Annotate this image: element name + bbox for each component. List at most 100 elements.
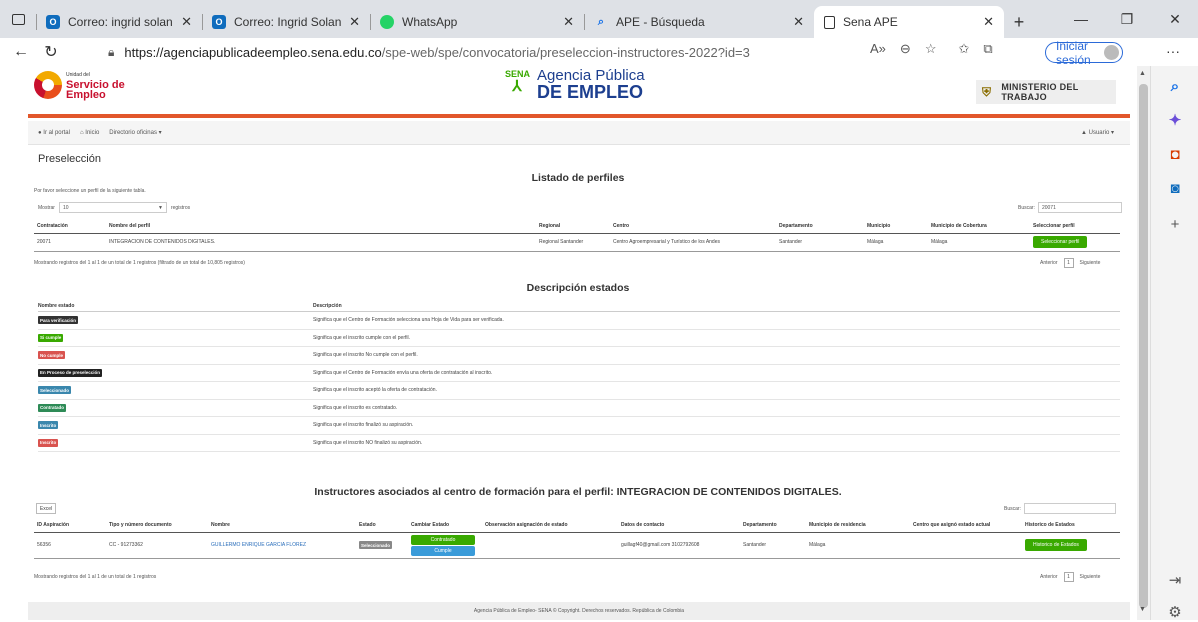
column-header[interactable]: Municipio xyxy=(864,219,928,234)
column-header[interactable]: Departamento xyxy=(740,518,806,533)
avatar xyxy=(1104,45,1119,60)
favorites-bar-icon[interactable]: ✩ xyxy=(958,41,969,57)
column-header[interactable]: Historico de Estados xyxy=(1022,518,1120,533)
tab-outlook-1[interactable]: O Correo: ingrid solange seque ✕ xyxy=(36,6,202,38)
close-icon[interactable]: ✕ xyxy=(793,14,804,30)
page-scrollbar[interactable]: ▲ ▼ xyxy=(1137,66,1150,620)
status-badge: Inscrito xyxy=(38,421,59,430)
tab-ape-busqueda[interactable]: ⌕ APE - Búsqueda ✕ xyxy=(584,6,814,38)
servicio-empleo-logo[interactable]: Unidad del Servicio de Empleo xyxy=(34,70,130,101)
chevron-down-icon: ▼ xyxy=(158,204,163,211)
site-page: Unidad del Servicio de Empleo SENA ⅄ Age… xyxy=(0,66,1137,620)
column-header[interactable]: Centro que asignó estado actual xyxy=(910,518,1022,533)
favorite-icon[interactable]: ☆ xyxy=(925,41,937,57)
status-badge: Inscrito xyxy=(38,438,59,447)
escudo-icon: ⛨ xyxy=(982,84,992,99)
collections-icon[interactable]: ⧉ xyxy=(983,41,992,57)
close-icon[interactable]: ✕ xyxy=(983,14,994,30)
estado-cell: En Proceso de preselección xyxy=(38,368,313,377)
refresh-icon[interactable]: ↻ xyxy=(36,38,66,66)
back-icon[interactable]: ← xyxy=(6,38,36,66)
pager-siguiente[interactable]: Siguiente xyxy=(1080,260,1101,266)
mostrar-label: Mostrar xyxy=(38,204,55,211)
column-header[interactable]: Departamento xyxy=(776,219,864,234)
nav-portal[interactable]: ● Ir al portal xyxy=(38,130,70,136)
historico-estados-button[interactable]: Historico de Estados xyxy=(1025,539,1087,551)
scroll-up-icon[interactable]: ▲ xyxy=(1139,70,1146,77)
nav-inicio[interactable]: ⌂ Inicio xyxy=(80,130,99,136)
column-header[interactable]: ID Aspiración xyxy=(34,518,106,533)
contratado-button[interactable]: Contratado xyxy=(411,534,475,545)
close-icon[interactable]: ✕ xyxy=(181,14,192,30)
outlook-icon[interactable]: ◙ xyxy=(1165,178,1185,198)
mostrar-select[interactable]: 10 ▼ xyxy=(58,202,167,213)
pager-page[interactable]: 1 xyxy=(1063,572,1074,582)
tab-sena-ape[interactable]: Sena APE ✕ xyxy=(814,6,1004,38)
column-header[interactable]: Estado xyxy=(356,518,408,533)
more-menu-icon[interactable]: ··· xyxy=(1166,43,1180,59)
estado-row: No cumple Significa que el inscrito No cu… xyxy=(38,347,1120,365)
scroll-down-icon[interactable]: ▼ xyxy=(1139,606,1146,613)
outlook-icon: O xyxy=(212,15,226,29)
column-header[interactable]: Cambiar Estado xyxy=(408,518,482,533)
url-field[interactable]: 🔒︎ https://agenciapublicadeempleo.sena.e… xyxy=(108,41,988,63)
instructor-name-link[interactable]: GUILLERMO ENRIQUE GARCIA FLOREZ xyxy=(208,532,356,559)
search-icon[interactable]: ⌕ xyxy=(1165,76,1185,96)
zoom-icon[interactable]: ⊖ xyxy=(900,41,911,57)
column-header[interactable]: Nombre xyxy=(208,518,356,533)
pager-anterior[interactable]: Anterior xyxy=(1040,574,1058,580)
column-header[interactable]: Observación asignación de estado xyxy=(482,518,618,533)
perfiles-search-input[interactable]: 20071 xyxy=(1037,202,1122,213)
cumple-button[interactable]: Cumple xyxy=(411,545,475,556)
estados-title: Descripción estados xyxy=(526,282,630,294)
minimize-button[interactable]: — xyxy=(1058,0,1104,38)
column-header[interactable]: Seleccionar perfil xyxy=(1030,219,1120,234)
tab-whatsapp[interactable]: WhatsApp ✕ xyxy=(370,6,584,38)
cell-municipio: Málaga xyxy=(864,233,928,252)
column-header[interactable]: Centro xyxy=(610,219,776,234)
sidebar-toggle-icon[interactable]: ⇥ xyxy=(1165,570,1185,590)
restore-button[interactable]: ❐ xyxy=(1104,0,1150,38)
registros-label: registros xyxy=(170,204,191,211)
cell-contacto: guillagf40@gmail.com 3102792608 xyxy=(618,532,740,559)
column-header[interactable]: Regional xyxy=(536,219,610,234)
column-header[interactable]: Contratación xyxy=(34,219,106,234)
cell-municipio: Málaga xyxy=(806,532,910,559)
outlook-icon: O xyxy=(46,15,60,29)
column-header[interactable]: Municipio de Cobertura xyxy=(928,219,1030,234)
close-icon[interactable]: ✕ xyxy=(349,14,360,30)
column-header[interactable]: Nombre del perfil xyxy=(106,219,536,234)
signin-button[interactable]: Iniciar sesión xyxy=(1045,39,1123,67)
tab-outlook-2[interactable]: O Correo: Ingrid Solange Seque ✕ xyxy=(202,6,370,38)
nav-usuario[interactable]: ▲ Usuario ▾ xyxy=(1081,129,1114,136)
copilot-icon[interactable]: ✦ xyxy=(1165,110,1185,130)
status-badge: Para verificación xyxy=(38,316,79,325)
nav-portal-label: Ir al portal xyxy=(43,129,70,136)
perfiles-info: Mostrando registros del 1 al 1 de un tot… xyxy=(34,260,245,266)
estado-row: Para verificación Significa que el Centro… xyxy=(38,312,1120,330)
excel-button[interactable]: Excel xyxy=(36,503,56,514)
scroll-thumb[interactable] xyxy=(1139,84,1148,608)
pager-page[interactable]: 1 xyxy=(1063,258,1074,268)
read-aloud-icon[interactable]: A» xyxy=(870,41,886,57)
mostrar-value: 10 xyxy=(62,204,69,211)
column-header[interactable]: Municipio de residencia xyxy=(806,518,910,533)
column-header[interactable]: Datos de contacto xyxy=(618,518,740,533)
instructores-search-input[interactable] xyxy=(1023,503,1116,514)
seleccionar-perfil-button[interactable]: Seleccionar perfil xyxy=(1033,236,1088,248)
column-header[interactable]: Tipo y número documento xyxy=(106,518,208,533)
pager-siguiente[interactable]: Siguiente xyxy=(1080,574,1101,580)
tab-title: APE - Búsqueda xyxy=(616,15,705,29)
tab-title: Correo: ingrid solange seque xyxy=(68,15,173,29)
pager-anterior[interactable]: Anterior xyxy=(1040,260,1058,266)
add-icon[interactable]: + xyxy=(1165,214,1185,234)
tab-actions-icon[interactable] xyxy=(0,0,36,38)
office-icon[interactable]: ◘ xyxy=(1165,144,1185,164)
nav-directorio[interactable]: Directorio oficinas ▾ xyxy=(109,129,161,136)
new-tab-button[interactable]: + xyxy=(1004,6,1034,38)
tab-title: WhatsApp xyxy=(402,15,458,29)
ape-logo[interactable]: SENA ⅄ Agencia Pública DE EMPLEO xyxy=(505,68,645,102)
close-icon[interactable]: ✕ xyxy=(563,14,574,30)
close-window-button[interactable]: ✕ xyxy=(1152,0,1198,38)
settings-icon[interactable]: ⚙ xyxy=(1165,602,1185,622)
